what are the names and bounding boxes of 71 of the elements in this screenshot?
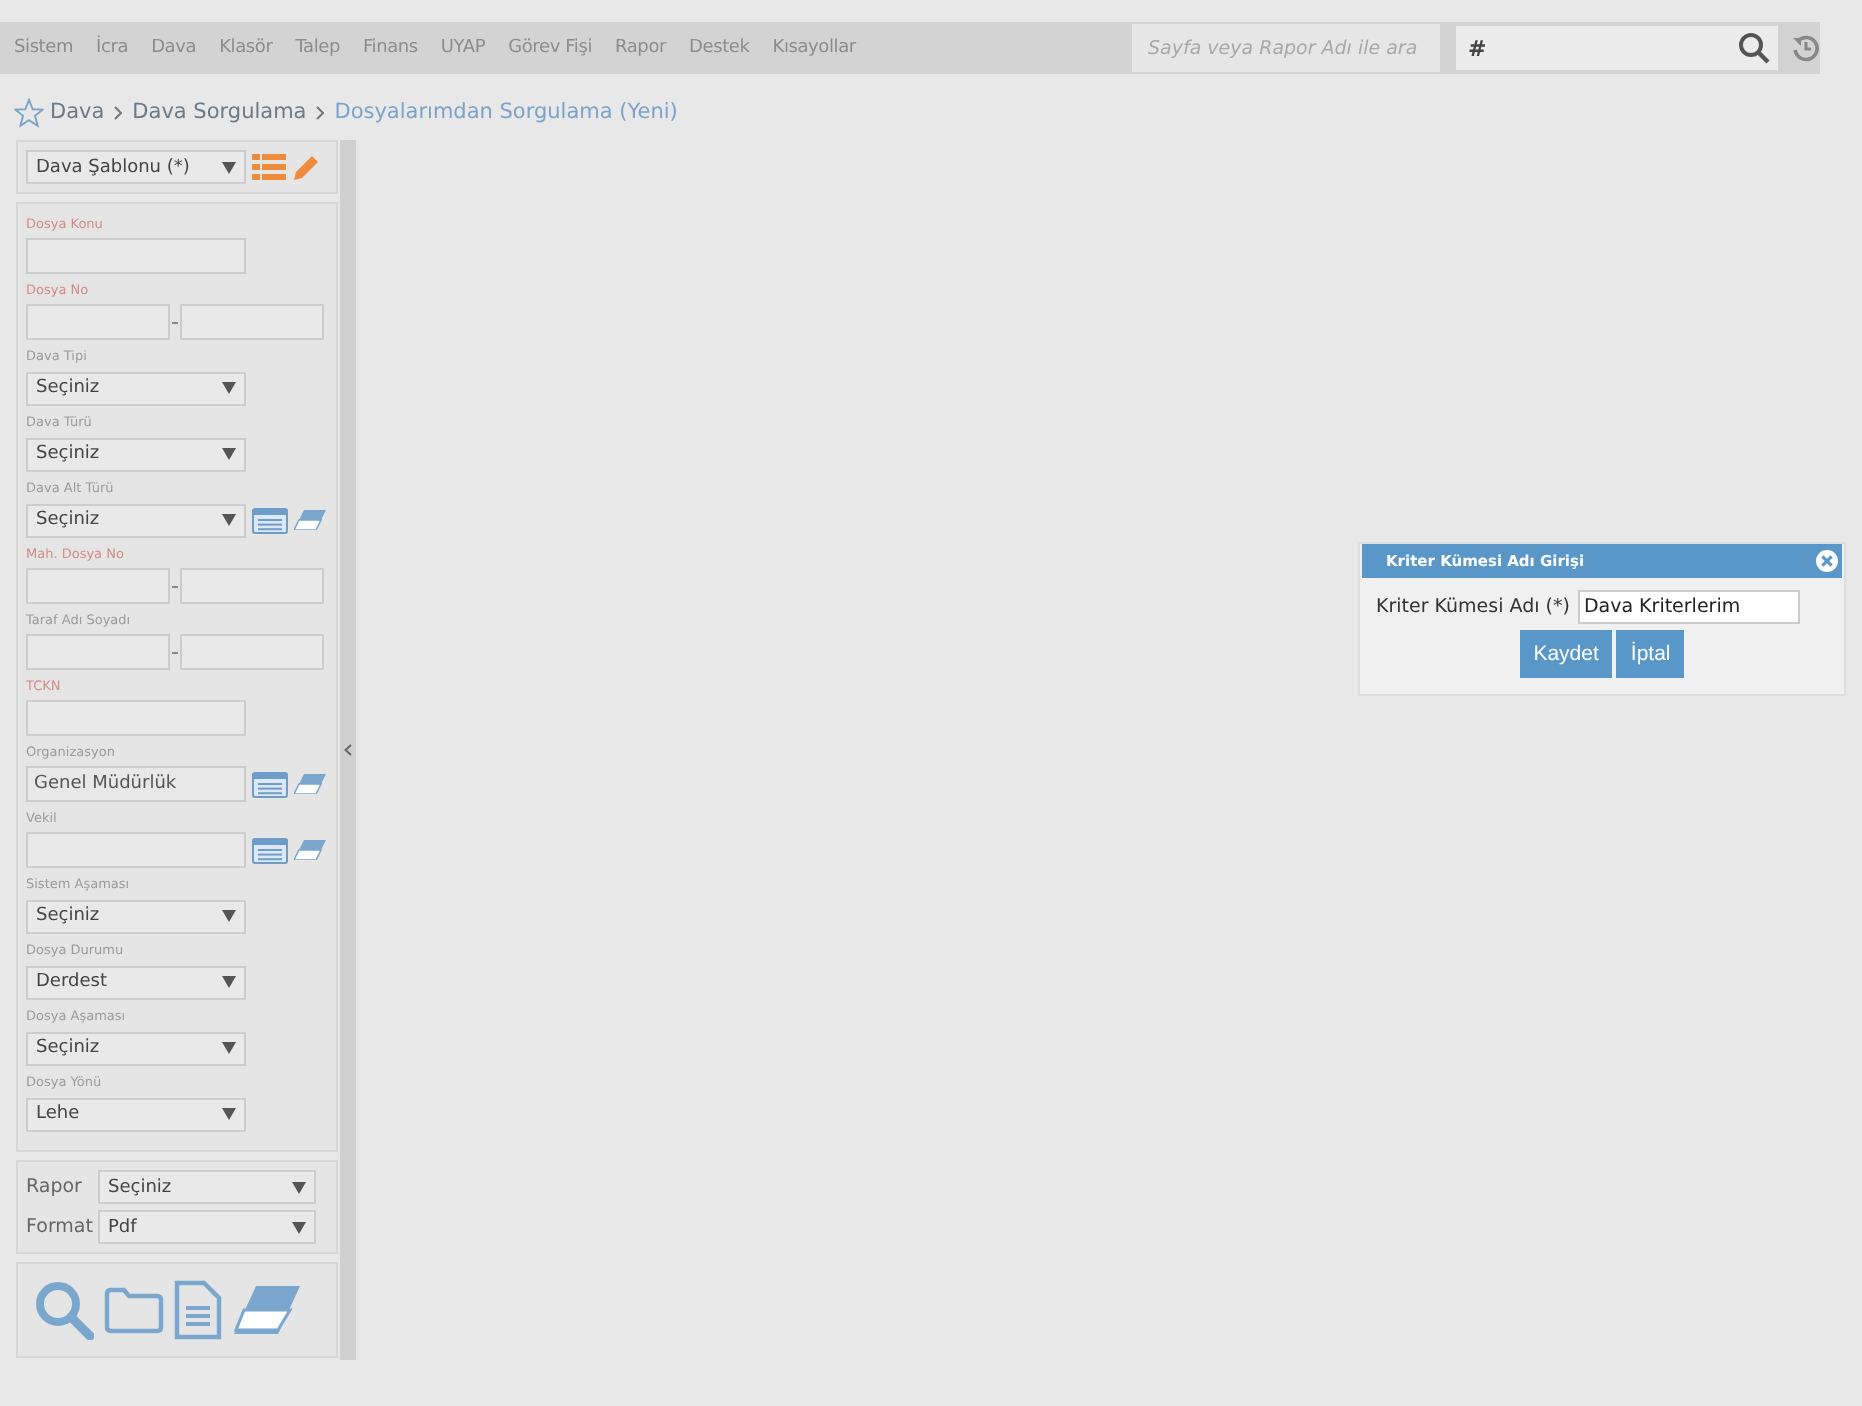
report-label: Format: [26, 1216, 90, 1238]
menu-item[interactable]: Talep: [295, 38, 340, 58]
dropdown[interactable]: Seçiniz: [98, 1170, 316, 1204]
menu-item[interactable]: Klasör: [219, 38, 273, 58]
text-field[interactable]: [26, 238, 246, 274]
template-select[interactable]: Dava Şablonu (*): [26, 150, 246, 184]
dropdown[interactable]: Seçiniz: [26, 437, 246, 471]
breadcrumb-link[interactable]: Dava: [50, 100, 105, 124]
menu-item[interactable]: İcra: [96, 38, 129, 58]
list-icon[interactable]: [252, 154, 286, 180]
menu-item[interactable]: Görev Fişi: [508, 38, 593, 58]
menu-item[interactable]: Finans: [362, 38, 418, 58]
collapse-icon[interactable]: [344, 744, 352, 756]
list-icon[interactable]: [252, 507, 288, 533]
dropdown[interactable]: Lehe: [26, 1097, 246, 1131]
range-start-field[interactable]: [26, 304, 170, 340]
breadcrumb-link[interactable]: Dosyalarımdan Sorgulama (Yeni): [334, 100, 678, 124]
quick-search-value: #: [1468, 35, 1487, 61]
menu-item[interactable]: Kısayollar: [772, 38, 856, 58]
caret-icon: [292, 1181, 306, 1193]
caret-icon: [222, 448, 236, 460]
caret-icon: [222, 976, 236, 988]
breadcrumb-link[interactable]: Dava Sorgulama: [132, 100, 307, 124]
menu-item[interactable]: Destek: [689, 38, 750, 58]
report-label: Rapor: [26, 1176, 84, 1198]
menu-item[interactable]: UYAP: [440, 38, 486, 58]
dialog-button[interactable]: Kaydet: [1519, 630, 1613, 678]
list-icon[interactable]: [252, 837, 288, 863]
text-field[interactable]: Genel Müdürlük: [26, 766, 246, 802]
range-start-field[interactable]: [26, 634, 170, 670]
chevron-icon: [316, 105, 325, 119]
search-icon[interactable]: [1738, 32, 1770, 64]
quick-search-field[interactable]: #: [1456, 26, 1778, 70]
range-end-field[interactable]: [180, 568, 324, 604]
caret-icon: [222, 514, 236, 526]
menu-item[interactable]: Sistem: [14, 38, 74, 58]
dropdown[interactable]: Derdest: [26, 965, 246, 999]
eraser-icon[interactable]: [294, 510, 326, 530]
history-icon[interactable]: [1792, 34, 1820, 62]
caret-icon: [292, 1221, 306, 1233]
pencil-icon[interactable]: [292, 153, 320, 181]
dropdown[interactable]: Pdf: [98, 1210, 316, 1244]
range-end-field[interactable]: [180, 634, 324, 670]
caret-icon: [222, 382, 236, 394]
caret-icon: [222, 910, 236, 922]
name-label: Kriter Kümesi Adı (*): [1376, 596, 1570, 618]
caret-icon: [222, 161, 236, 173]
document-icon[interactable]: [174, 1280, 222, 1340]
eraser-icon[interactable]: [294, 774, 326, 794]
dropdown[interactable]: Seçiniz: [26, 899, 246, 933]
dropdown[interactable]: Seçiniz: [26, 503, 246, 537]
list-icon[interactable]: [252, 771, 288, 797]
caret-icon: [222, 1042, 236, 1054]
close-icon[interactable]: [1816, 550, 1838, 572]
text-field[interactable]: [26, 700, 246, 736]
chevron-icon: [114, 105, 123, 119]
caret-icon: [222, 1108, 236, 1120]
dialog-button[interactable]: İptal: [1616, 630, 1685, 678]
menu-item[interactable]: Rapor: [615, 38, 667, 58]
eraser-icon[interactable]: [294, 840, 326, 860]
search-field[interactable]: Sayfa veya Rapor Adı ile ara: [1132, 24, 1440, 72]
star-icon[interactable]: [14, 97, 44, 127]
dropdown[interactable]: Seçiniz: [26, 1031, 246, 1065]
range-end-field[interactable]: [180, 304, 324, 340]
dropdown[interactable]: Seçiniz: [26, 371, 246, 405]
name-field[interactable]: Dava Kriterlerim: [1577, 590, 1800, 624]
eraser-icon[interactable]: [232, 1286, 300, 1334]
range-start-field[interactable]: [26, 568, 170, 604]
menu-item[interactable]: Dava: [151, 38, 197, 58]
text-field[interactable]: [26, 832, 246, 868]
folder-icon[interactable]: [104, 1286, 164, 1334]
